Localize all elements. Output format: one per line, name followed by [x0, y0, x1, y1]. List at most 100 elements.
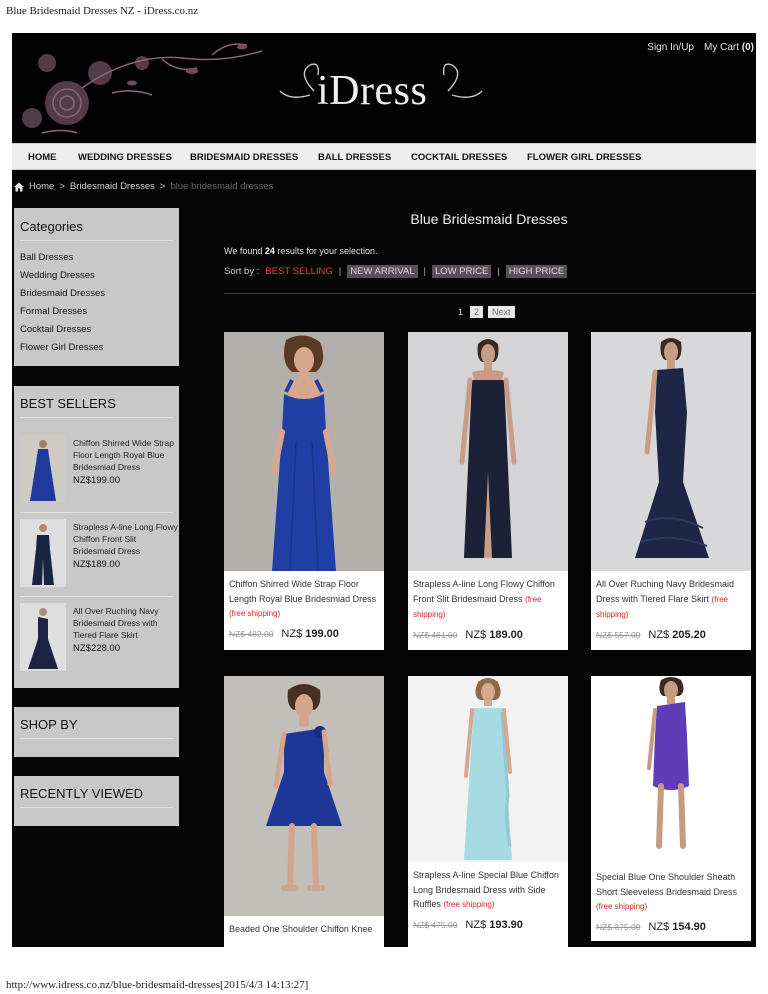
product-thumbnail: [20, 435, 66, 503]
nav-cocktail-dresses[interactable]: COCKTAIL DRESSES: [411, 152, 507, 163]
sale-price-amount: 154.90: [672, 920, 706, 933]
sale-price: NZ$ 189.00: [465, 629, 523, 641]
page-current: 1: [458, 307, 464, 317]
site-logo[interactable]: iDress: [317, 67, 427, 115]
sale-price-currency: NZ$: [648, 920, 670, 933]
breadcrumb-separator: >: [59, 181, 65, 192]
best-seller-name[interactable]: All Over Ruching Navy Bridesmaid Dress w…: [73, 605, 178, 641]
sort-best-selling[interactable]: BEST SELLING: [265, 266, 332, 277]
product-image[interactable]: [591, 332, 751, 571]
sale-price-amount: 189.00: [489, 628, 523, 641]
product-name[interactable]: All Over Ruching Navy Bridesmaid Dress w…: [596, 577, 746, 623]
main-nav: HOME WEDDING DRESSES BRIDESMAID DRESSES …: [12, 143, 756, 170]
free-shipping-label: (free shipping): [229, 609, 281, 618]
page-2-link[interactable]: 2: [470, 306, 484, 318]
cart-label: My Cart: [703, 42, 739, 53]
category-flower-girl-dresses[interactable]: Flower Girl Dresses: [20, 342, 103, 353]
product-info: Special Blue One Shoulder Sheath Short S…: [591, 864, 751, 941]
product-name[interactable]: Strapless A-line Special Blue Chiffon Lo…: [413, 868, 563, 913]
category-cocktail-dresses[interactable]: Cocktail Dresses: [20, 324, 91, 335]
sale-price: NZ$ 193.90: [465, 919, 523, 931]
recently-viewed-title: RECENTLY VIEWED: [20, 786, 144, 801]
sort-bar: Sort by : BEST SELLING | NEW ARRIVAL | L…: [224, 265, 568, 278]
best-seller-item[interactable]: Strapless A-line Long Flowy Chiffon Fron…: [20, 519, 178, 597]
product-card[interactable]: Strapless A-line Long Flowy Chiffon Fron…: [408, 332, 568, 650]
breadcrumb-bridesmaid[interactable]: Bridesmaid Dresses: [70, 181, 155, 192]
categories-box: Categories Ball Dresses Wedding Dresses …: [14, 208, 179, 366]
price-row: NZ$ 375.00 NZ$ 154.90: [596, 921, 746, 933]
nav-flower-girl-dresses[interactable]: FLOWER GIRL DRESSES: [527, 152, 641, 163]
product-card[interactable]: Special Blue One Shoulder Sheath Short S…: [591, 676, 751, 941]
free-shipping-label: (free shipping): [443, 900, 495, 909]
product-info: Beaded One Shoulder Chiffon Knee: [224, 916, 384, 947]
free-shipping-label: (free shipping): [596, 902, 648, 911]
nav-wedding-dresses[interactable]: WEDDING DRESSES: [78, 152, 172, 163]
product-info: Strapless A-line Special Blue Chiffon Lo…: [408, 862, 568, 947]
original-price: NZ$ 482.00: [229, 628, 274, 639]
product-name[interactable]: Beaded One Shoulder Chiffon Knee: [229, 922, 379, 937]
product-image[interactable]: [408, 332, 568, 571]
category-bridesmaid-dresses[interactable]: Bridesmaid Dresses: [20, 288, 105, 299]
best-seller-name[interactable]: Chiffon Shirred Wide Strap Floor Length …: [73, 437, 178, 473]
best-seller-name[interactable]: Strapless A-line Long Flowy Chiffon Fron…: [73, 521, 178, 557]
nav-bridesmaid-dresses[interactable]: BRIDESMAID DRESSES: [190, 152, 298, 163]
product-image[interactable]: [224, 332, 384, 571]
best-seller-item[interactable]: Chiffon Shirred Wide Strap Floor Length …: [20, 435, 174, 513]
sort-divider: |: [423, 266, 426, 277]
product-image[interactable]: [408, 676, 568, 862]
original-price: NZ$ 461.00: [413, 629, 458, 640]
sale-price: NZ$ 199.00: [281, 628, 339, 640]
divider: [20, 240, 173, 241]
nav-ball-dresses[interactable]: BALL DRESSES: [318, 152, 391, 163]
price-row: NZ$ 557.00 NZ$ 205.20: [596, 629, 746, 641]
shop-by-title: SHOP BY: [20, 717, 78, 732]
sale-price-currency: NZ$: [465, 628, 487, 641]
product-image[interactable]: [224, 676, 384, 916]
results-prefix: We found: [224, 246, 263, 256]
webpage: iDress Sign In/Up My Cart (0) HOME WEDDI…: [12, 33, 756, 947]
account-links: Sign In/Up My Cart (0): [647, 42, 754, 53]
best-seller-item[interactable]: All Over Ruching Navy Bridesmaid Dress w…: [20, 603, 173, 675]
product-image[interactable]: [591, 676, 751, 864]
product-name[interactable]: Chiffon Shirred Wide Strap Floor Length …: [229, 577, 379, 622]
product-thumbnail: [20, 519, 66, 587]
next-page-link[interactable]: Next: [488, 306, 515, 318]
category-wedding-dresses[interactable]: Wedding Dresses: [20, 270, 95, 281]
product-card[interactable]: Beaded One Shoulder Chiffon Knee: [224, 676, 384, 947]
cart-count: (0): [741, 42, 754, 53]
original-price: NZ$ 475.00: [413, 919, 458, 930]
divider: [20, 417, 173, 418]
categories-title: Categories: [20, 219, 83, 234]
breadcrumb: Home > Bridesmaid Dresses > blue bridesm…: [14, 181, 273, 192]
product-card[interactable]: All Over Ruching Navy Bridesmaid Dress w…: [591, 332, 751, 650]
breadcrumb-current: blue bridesmaid dresses: [170, 181, 274, 192]
sale-price-amount: 205.20: [672, 628, 706, 641]
best-sellers-title: BEST SELLERS: [20, 396, 116, 411]
category-formal-dresses[interactable]: Formal Dresses: [20, 306, 87, 317]
product-thumbnail: [20, 603, 66, 671]
shop-by-box: SHOP BY: [14, 707, 179, 757]
product-name[interactable]: Strapless A-line Long Flowy Chiffon Fron…: [413, 577, 563, 623]
product-name[interactable]: Special Blue One Shoulder Sheath Short S…: [596, 870, 746, 915]
sort-divider: |: [497, 266, 500, 277]
product-name-text: Special Blue One Shoulder Sheath Short S…: [596, 872, 738, 897]
nav-home[interactable]: HOME: [28, 152, 57, 163]
divider: [20, 596, 173, 597]
original-price: NZ$ 557.00: [596, 629, 641, 640]
product-card[interactable]: Chiffon Shirred Wide Strap Floor Length …: [224, 332, 384, 650]
document-title: Blue Bridesmaid Dresses NZ - iDress.co.n…: [6, 5, 199, 17]
product-name-text: Chiffon Shirred Wide Strap Floor Length …: [229, 579, 377, 604]
sort-new-arrival[interactable]: NEW ARRIVAL: [347, 265, 418, 278]
breadcrumb-home[interactable]: Home: [29, 181, 54, 192]
sort-low-price[interactable]: LOW PRICE: [431, 265, 492, 278]
product-info: All Over Ruching Navy Bridesmaid Dress w…: [591, 571, 751, 650]
category-ball-dresses[interactable]: Ball Dresses: [20, 252, 73, 263]
best-seller-price: NZ$228.00: [73, 643, 121, 654]
product-info: Chiffon Shirred Wide Strap Floor Length …: [224, 571, 384, 650]
breadcrumb-separator: >: [159, 181, 166, 192]
cart-link[interactable]: My Cart (0): [704, 42, 754, 53]
product-card[interactable]: Strapless A-line Special Blue Chiffon Lo…: [408, 676, 568, 947]
sort-high-price[interactable]: HIGH PRICE: [505, 265, 568, 278]
sign-in-link[interactable]: Sign In/Up: [647, 42, 694, 53]
page-title: Blue Bridesmaid Dresses: [410, 211, 568, 227]
